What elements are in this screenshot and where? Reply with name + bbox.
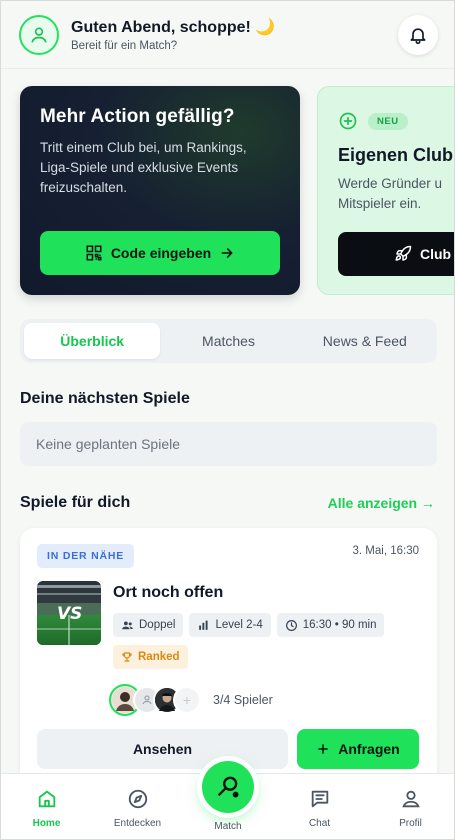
- qr-code-icon: [86, 245, 102, 261]
- create-club-text-line2: Mitspieler ein.: [338, 196, 422, 211]
- next-games-empty: Keine geplanten Spiele: [20, 422, 437, 466]
- trophy-icon: [122, 652, 132, 662]
- ranked-badge: Ranked: [113, 645, 188, 669]
- home-icon: [38, 790, 55, 808]
- see-all-link[interactable]: Alle anzeigen →: [328, 495, 435, 511]
- open-slot-icon: +: [173, 686, 201, 714]
- match-date: 3. Mai, 16:30: [352, 545, 419, 557]
- create-club-title: Eigenen Club: [338, 145, 454, 165]
- section-tabs: Überblick Matches News & Feed: [20, 319, 437, 363]
- greeting-subtitle: Bereit für ein Match?: [71, 39, 178, 52]
- for-you-title: Spiele für dich: [20, 494, 131, 511]
- promo-carousel[interactable]: Mehr Action gefällig? Tritt einem Club b…: [20, 86, 454, 296]
- chip-time: 16:30 • 90 min: [276, 613, 385, 637]
- padel-court-image: VS: [37, 581, 101, 645]
- plus-circle-icon: [339, 112, 357, 130]
- nav-discover-label: Entdecken: [113, 818, 162, 829]
- nav-chat-label: Chat: [308, 818, 331, 829]
- ranked-label: Ranked: [138, 651, 180, 663]
- arrow-right-icon: [221, 248, 233, 258]
- nav-profile-label: Profil: [399, 818, 422, 829]
- racket-icon: [218, 776, 239, 798]
- compass-icon: [128, 789, 147, 809]
- match-card[interactable]: IN DER NÄHE 3. Mai, 16:30 VS Ort noch of…: [20, 528, 437, 788]
- new-badge: NEU: [368, 112, 408, 130]
- bell-icon: [410, 27, 426, 44]
- match-title: Ort noch offen: [113, 584, 224, 601]
- greeting-block: Guten Abend, schoppe! 🌙 Bereit für ein M…: [71, 18, 398, 52]
- chip-format: Doppel: [113, 613, 184, 637]
- tab-overview[interactable]: Überblick: [24, 323, 161, 359]
- view-button[interactable]: Ansehen: [37, 729, 288, 769]
- tab-matches[interactable]: Matches: [160, 323, 296, 359]
- plus-icon: [318, 744, 329, 754]
- user-icon: [401, 790, 420, 808]
- match-thumbnail: VS: [37, 581, 101, 645]
- app-screen: Guten Abend, schoppe! 🌙 Bereit für ein M…: [0, 0, 455, 840]
- nav-home-label: Home: [32, 818, 61, 829]
- users-icon: [122, 620, 133, 629]
- create-club-label: Club: [420, 246, 452, 262]
- join-club-text: Tritt einem Club bei, um Rankings, Liga-…: [40, 140, 247, 195]
- create-club-button[interactable]: Club: [338, 232, 454, 276]
- request-label: Anfragen: [338, 741, 400, 757]
- chip-level-label: Level 2-4: [215, 619, 263, 631]
- request-button[interactable]: Anfragen: [297, 729, 419, 769]
- tab-news-feed[interactable]: News & Feed: [297, 323, 433, 359]
- create-club-text: Werde Gründer u Mitspieler ein.: [338, 174, 454, 214]
- chip-level: Level 2-4: [189, 613, 271, 637]
- nav-discover[interactable]: Entdecken: [92, 774, 183, 839]
- join-club-title: Mehr Action gefällig?: [40, 106, 235, 127]
- vs-text: VS: [57, 604, 82, 624]
- nav-match-label: Match: [214, 821, 242, 832]
- bar-chart-icon: [199, 620, 209, 630]
- players-count: 3/4 Spieler: [213, 693, 273, 707]
- header: Guten Abend, schoppe! 🌙 Bereit für ein M…: [1, 1, 454, 69]
- enter-code-label: Code eingeben: [110, 245, 212, 261]
- nearby-badge: IN DER NÄHE: [37, 544, 135, 568]
- enter-code-button[interactable]: Code eingeben: [40, 231, 280, 275]
- player-avatars: + 3/4 Spieler: [109, 684, 273, 716]
- new-badge-row: NEU: [338, 111, 454, 131]
- nav-profile[interactable]: Profil: [365, 774, 454, 839]
- chip-time-label: 16:30 • 90 min: [302, 619, 377, 631]
- nav-home[interactable]: Home: [1, 774, 92, 839]
- create-club-text-line1: Werde Gründer u: [338, 176, 443, 191]
- user-icon: [31, 27, 47, 43]
- user-icon: [142, 695, 152, 705]
- notifications-button[interactable]: [398, 14, 438, 55]
- profile-avatar[interactable]: [19, 14, 59, 55]
- create-club-card: NEU Eigenen Club Werde Gründer u Mitspiel…: [317, 86, 454, 295]
- greeting-title: Guten Abend, schoppe! 🌙: [71, 18, 276, 36]
- nav-chat[interactable]: Chat: [274, 774, 365, 839]
- chip-format-label: Doppel: [139, 619, 176, 631]
- clock-icon: [285, 619, 297, 631]
- chat-icon: [311, 790, 328, 808]
- join-club-card: Mehr Action gefällig? Tritt einem Club b…: [20, 86, 300, 295]
- match-chips: Doppel Level 2-4 16:30 • 90 min: [113, 613, 385, 637]
- next-games-title: Deine nächsten Spiele: [20, 390, 190, 407]
- rocket-icon: [395, 245, 412, 261]
- match-fab-button[interactable]: [202, 761, 254, 813]
